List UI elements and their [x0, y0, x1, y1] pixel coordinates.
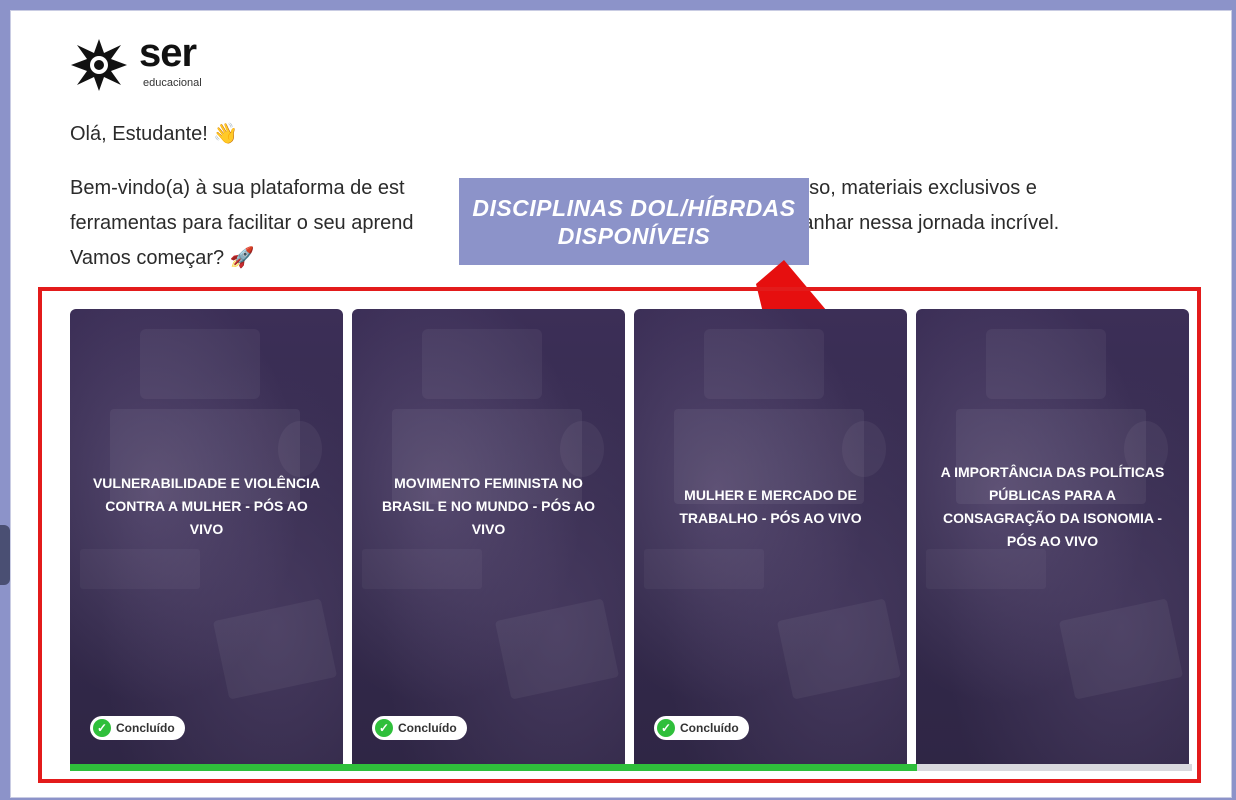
intro-line-1a: Bem-vindo(a) à sua plataforma de est	[70, 177, 405, 199]
status-label: Concluído	[116, 721, 175, 735]
course-card[interactable]: A IMPORTÂNCIA DAS POLÍTICAS PÚBLICAS PAR…	[916, 309, 1189, 764]
intro-line-2a: ferramentas para facilitar o seu aprend	[70, 212, 414, 234]
status-badge: ✓ Concluído	[372, 716, 467, 740]
status-label: Concluído	[398, 721, 457, 735]
callout-label: DISCIPLINAS DOL/HÍBRDAS DISPONÍVEIS	[459, 178, 809, 265]
course-card[interactable]: VULNERABILIDADE E VIOLÊNCIA CONTRA A MUL…	[70, 309, 343, 764]
course-cards: VULNERABILIDADE E VIOLÊNCIA CONTRA A MUL…	[70, 309, 1192, 770]
ser-logo[interactable]: ser educacional	[69, 31, 239, 95]
callout-line-2: DISPONÍVEIS	[557, 222, 711, 249]
brand-subtitle: educacional	[143, 77, 202, 89]
greeting: Olá, Estudante! 👋	[70, 123, 239, 145]
check-circle-icon: ✓	[93, 719, 111, 737]
course-title: VULNERABILIDADE E VIOLÊNCIA CONTRA A MUL…	[92, 475, 321, 537]
course-title: MOVIMENTO FEMINISTA NO BRASIL E NO MUNDO…	[381, 475, 596, 537]
status-badge: ✓ Concluído	[90, 716, 185, 740]
ser-star-logo-icon	[71, 39, 127, 91]
status-label: Concluído	[680, 721, 739, 735]
check-circle-icon: ✓	[375, 719, 393, 737]
side-panel-toggle[interactable]	[0, 525, 10, 585]
course-title: A IMPORTÂNCIA DAS POLÍTICAS PÚBLICAS PAR…	[940, 463, 1165, 549]
course-card[interactable]: MOVIMENTO FEMINISTA NO BRASIL E NO MUNDO…	[352, 309, 625, 764]
courses-progress-bar	[70, 764, 1192, 771]
course-card[interactable]: MULHER E MERCADO DE TRABALHO - PÓS AO VI…	[634, 309, 907, 764]
page-frame: ser educacional Olá, Estudante! 👋 Bem-vi…	[10, 10, 1232, 798]
callout-line-1: DISCIPLINAS DOL/HÍBRDAS	[472, 194, 796, 221]
course-title: MULHER E MERCADO DE TRABALHO - PÓS AO VI…	[679, 486, 862, 526]
status-badge: ✓ Concluído	[654, 716, 749, 740]
check-circle-icon: ✓	[657, 719, 675, 737]
courses-progress-fill	[70, 764, 918, 771]
brand-name: ser	[139, 31, 197, 75]
